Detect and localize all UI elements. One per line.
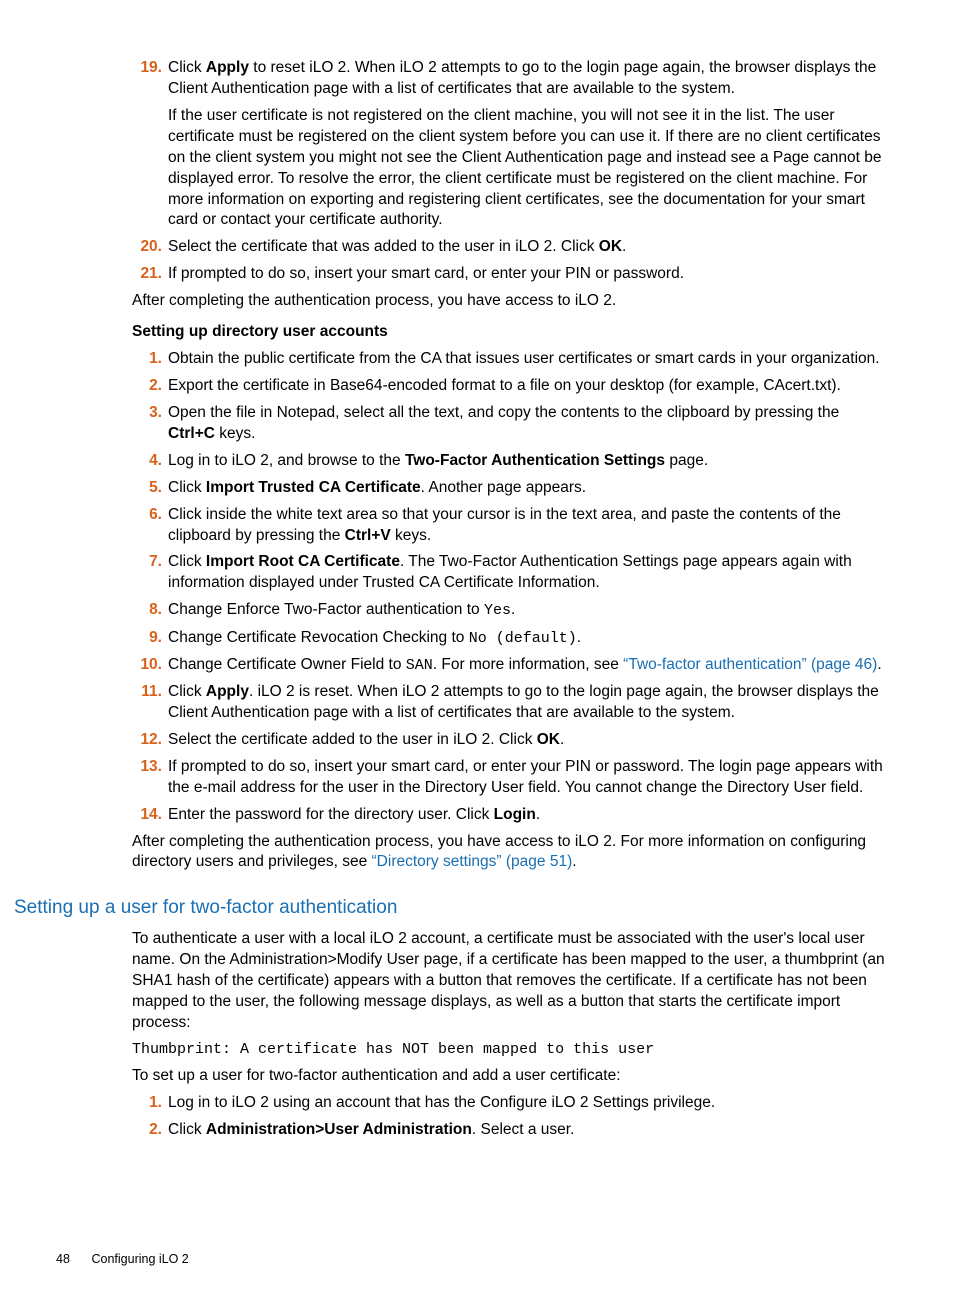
list-marker: 1.	[132, 349, 162, 370]
list-marker: 5.	[132, 478, 162, 499]
list-marker: 6.	[132, 505, 162, 526]
footer-title: Configuring iLO 2	[91, 1252, 188, 1266]
list-marker: 2.	[132, 376, 162, 397]
ordered-list-setup-user: 1. Log in to iLO 2 using an account that …	[132, 1093, 890, 1141]
list-item-body: Click Administration>User Administration…	[168, 1120, 890, 1141]
paragraph: To set up a user for two-factor authenti…	[132, 1066, 890, 1087]
list-item: 21. If prompted to do so, insert your sma…	[132, 264, 890, 285]
list-marker: 12.	[132, 730, 162, 751]
body-column: To authenticate a user with a local iLO …	[132, 929, 890, 1141]
list-item-body: Change Enforce Two-Factor authentication…	[168, 600, 890, 621]
list-item-body: Click Apply to reset iLO 2. When iLO 2 a…	[168, 58, 890, 100]
list-item: 19. Click Apply to reset iLO 2. When iLO …	[132, 58, 890, 231]
list-item: 2. Export the certificate in Base64-encod…	[132, 376, 890, 397]
page-number: 48	[56, 1251, 88, 1268]
list-item: 2. Click Administration>User Administrati…	[132, 1120, 890, 1141]
section-heading-two-factor-user: Setting up a user for two-factor authent…	[14, 895, 898, 921]
section-block: Setting up a user for two-factor authent…	[56, 895, 898, 921]
list-marker: 13.	[132, 757, 162, 778]
list-item-body: Obtain the public certificate from the C…	[168, 349, 890, 370]
ordered-list-directory-accounts: 1. Obtain the public certificate from the…	[132, 349, 890, 826]
list-item: 13. If prompted to do so, insert your sma…	[132, 757, 890, 799]
list-marker: 4.	[132, 451, 162, 472]
list-item-body: Export the certificate in Base64-encoded…	[168, 376, 890, 397]
body-column: 19. Click Apply to reset iLO 2. When iLO …	[132, 58, 890, 873]
paragraph: After completing the authentication proc…	[132, 291, 890, 312]
list-item-body: Change Certificate Owner Field to SAN. F…	[168, 655, 890, 676]
list-item: 6. Click inside the white text area so th…	[132, 505, 890, 547]
ordered-list-local-user-cont: 19. Click Apply to reset iLO 2. When iLO …	[132, 58, 890, 285]
list-item-body: Log in to iLO 2 using an account that ha…	[168, 1093, 890, 1114]
list-item: 5. Click Import Trusted CA Certificate. A…	[132, 478, 890, 499]
list-item-extra: If the user certificate is not registere…	[168, 106, 890, 232]
list-marker: 7.	[132, 552, 162, 573]
list-item: 8. Change Enforce Two-Factor authenticati…	[132, 600, 890, 621]
list-item: 4. Log in to iLO 2, and browse to the Two…	[132, 451, 890, 472]
list-item-body: If prompted to do so, insert your smart …	[168, 264, 890, 285]
list-item-body: Log in to iLO 2, and browse to the Two-F…	[168, 451, 890, 472]
list-marker: 2.	[132, 1120, 162, 1141]
list-item: 11. Click Apply. iLO 2 is reset. When iLO…	[132, 682, 890, 724]
list-marker: 9.	[132, 628, 162, 649]
list-item-body: Click inside the white text area so that…	[168, 505, 890, 547]
list-marker: 10.	[132, 655, 162, 676]
list-item-body: Select the certificate added to the user…	[168, 730, 890, 751]
list-marker: 20.	[132, 237, 162, 258]
list-item: 14. Enter the password for the directory …	[132, 805, 890, 826]
list-item: 3. Open the file in Notepad, select all t…	[132, 403, 890, 445]
list-item: 10. Change Certificate Owner Field to SAN…	[132, 655, 890, 676]
list-marker: 8.	[132, 600, 162, 621]
paragraph: After completing the authentication proc…	[132, 832, 890, 874]
list-marker: 3.	[132, 403, 162, 424]
list-item-body: Click Import Trusted CA Certificate. Ano…	[168, 478, 890, 499]
list-item-body: Click Apply. iLO 2 is reset. When iLO 2 …	[168, 682, 890, 724]
page: 19. Click Apply to reset iLO 2. When iLO …	[0, 0, 954, 1308]
list-item-body: Open the file in Notepad, select all the…	[168, 403, 890, 445]
page-footer: 48 Configuring iLO 2	[56, 1251, 898, 1268]
list-item: 7. Click Import Root CA Certificate. The …	[132, 552, 890, 594]
list-item: 12. Select the certificate added to the u…	[132, 730, 890, 751]
list-marker: 19.	[132, 58, 162, 79]
list-item-body: Click Import Root CA Certificate. The Tw…	[168, 552, 890, 594]
list-item: 9. Change Certificate Revocation Checking…	[132, 628, 890, 649]
list-marker: 11.	[132, 682, 162, 703]
paragraph: To authenticate a user with a local iLO …	[132, 929, 890, 1034]
list-item-body: Change Certificate Revocation Checking t…	[168, 628, 890, 649]
list-item-body: If prompted to do so, insert your smart …	[168, 757, 890, 799]
list-item: 1. Obtain the public certificate from the…	[132, 349, 890, 370]
list-marker: 1.	[132, 1093, 162, 1114]
list-item-body: Select the certificate that was added to…	[168, 237, 890, 258]
list-item-body: Enter the password for the directory use…	[168, 805, 890, 826]
subheading-directory-accounts: Setting up directory user accounts	[132, 322, 890, 343]
code-line: Thumbprint: A certificate has NOT been m…	[132, 1040, 890, 1060]
list-item: 1. Log in to iLO 2 using an account that …	[132, 1093, 890, 1114]
list-marker: 21.	[132, 264, 162, 285]
list-item: 20. Select the certificate that was added…	[132, 237, 890, 258]
list-marker: 14.	[132, 805, 162, 826]
